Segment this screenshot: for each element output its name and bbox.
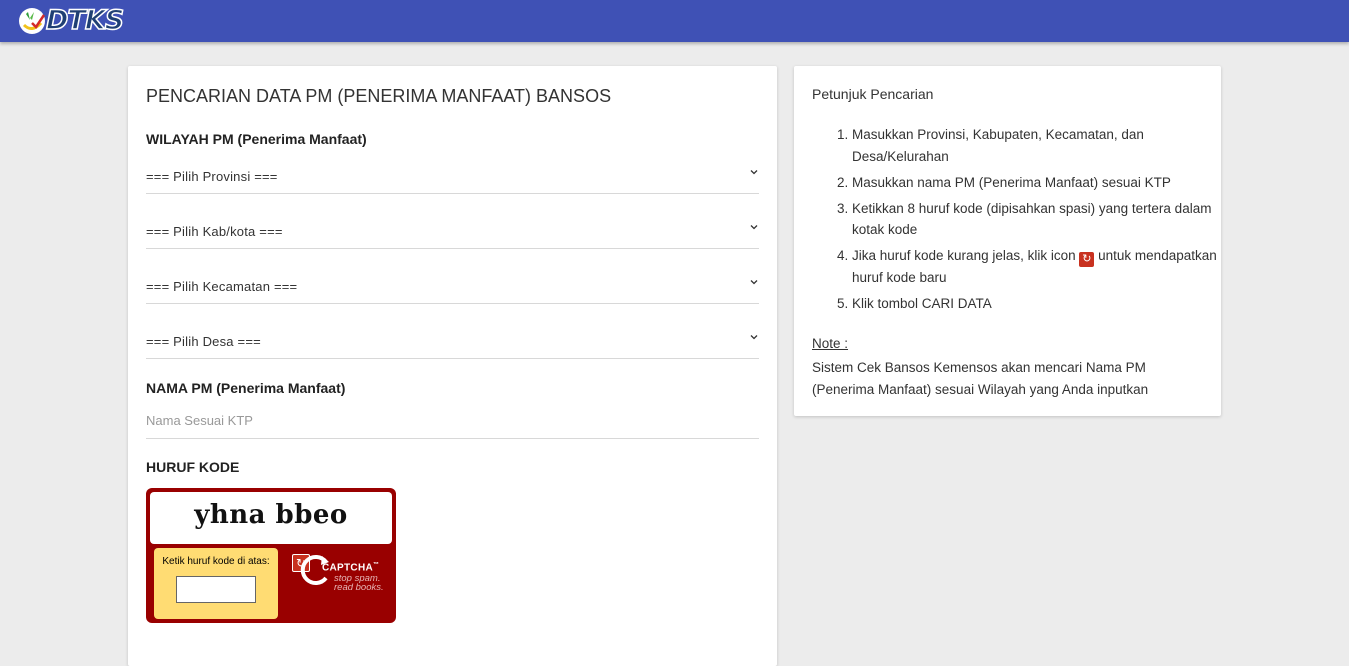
captcha-image: yhna bbeo	[150, 492, 392, 544]
chevron-down-icon	[750, 335, 758, 340]
dtks-logo[interactable]: DTKS	[18, 5, 132, 37]
captcha-brand: CAPTCHA™	[322, 562, 380, 574]
kabkota-select[interactable]: === Pilih Kab/kota ===	[146, 214, 759, 249]
desa-select-value: === Pilih Desa ===	[146, 334, 261, 349]
kecamatan-select[interactable]: === Pilih Kecamatan ===	[146, 269, 759, 304]
help-card: Petunjuk Pencarian Masukkan Provinsi, Ka…	[794, 66, 1221, 416]
captcha-widget: yhna bbeo Ketik huruf kode di atas: ↻ CA…	[146, 488, 396, 623]
wilayah-label: WILAYAH PM (Penerima Manfaat)	[146, 131, 367, 147]
note-label: Note :	[812, 336, 849, 351]
captcha-prompt: Ketik huruf kode di atas:	[162, 556, 270, 567]
chevron-down-icon	[750, 280, 758, 285]
kabkota-select-value: === Pilih Kab/kota ===	[146, 224, 283, 239]
kecamatan-select-value: === Pilih Kecamatan ===	[146, 279, 298, 294]
form-title: PENCARIAN DATA PM (PENERIMA MANFAAT) BAN…	[146, 86, 612, 106]
help-step: Masukkan Provinsi, Kabupaten, Kecamatan,…	[852, 124, 1222, 167]
nama-label: NAMA PM (Penerima Manfaat)	[146, 380, 346, 396]
help-steps-list: Masukkan Provinsi, Kabupaten, Kecamatan,…	[834, 124, 1222, 319]
reload-icon: ↻	[1079, 252, 1095, 267]
provinsi-select-value: === Pilih Provinsi ===	[146, 169, 278, 184]
help-step: Masukkan nama PM (Penerima Manfaat) sesu…	[852, 172, 1222, 194]
search-form-card: PENCARIAN DATA PM (PENERIMA MANFAAT) BAN…	[128, 66, 777, 666]
note-text: Sistem Cek Bansos Kemensos akan mencari …	[812, 360, 1149, 397]
logo-text: DTKS	[45, 5, 125, 37]
help-step: Ketikkan 8 huruf kode (dipisahkan spasi)…	[852, 198, 1222, 241]
help-title: Petunjuk Pencarian	[812, 86, 934, 102]
help-step: Jika huruf kode kurang jelas, klik icon …	[852, 245, 1222, 289]
chevron-down-icon	[750, 225, 758, 230]
provinsi-select[interactable]: === Pilih Provinsi ===	[146, 159, 759, 194]
top-navbar: DTKS	[0, 0, 1349, 42]
kode-label: HURUF KODE	[146, 459, 240, 475]
captcha-tagline: stop spam. read books.	[334, 573, 384, 593]
desa-select[interactable]: === Pilih Desa ===	[146, 324, 759, 359]
captcha-input[interactable]	[176, 576, 256, 603]
nama-input[interactable]	[146, 402, 759, 439]
captcha-answer-box: Ketik huruf kode di atas:	[154, 548, 278, 619]
captcha-word: yhna bbeo	[194, 500, 348, 530]
chevron-down-icon	[750, 170, 758, 175]
help-step: Klik tombol CARI DATA	[852, 293, 1222, 315]
